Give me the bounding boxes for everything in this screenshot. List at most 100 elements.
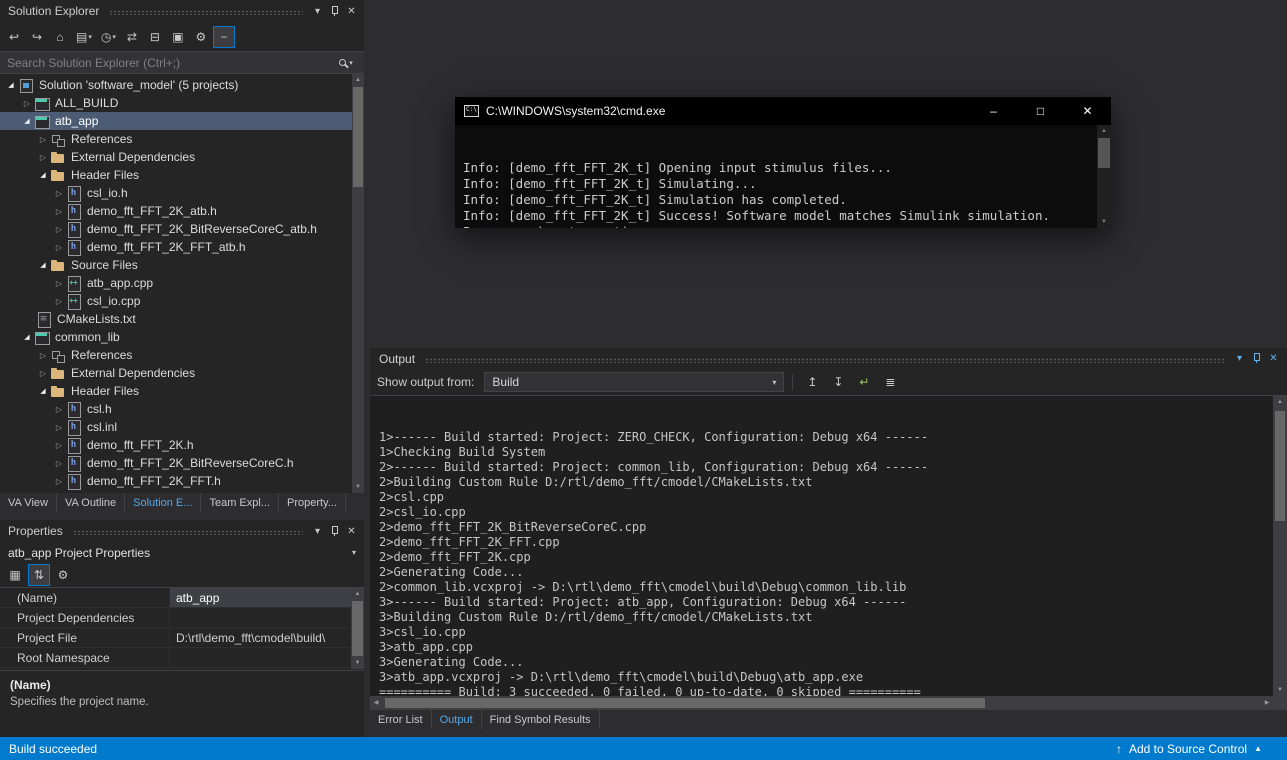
tab-team-explorer[interactable]: Team Expl...	[201, 493, 279, 512]
categorized-button[interactable]: ▦	[4, 564, 26, 586]
pin-icon[interactable]	[1248, 351, 1265, 367]
property-pages-button[interactable]: ⚙	[52, 564, 74, 586]
search-button[interactable]: ▾	[328, 52, 364, 73]
preview-selected-items-button[interactable]: −	[213, 26, 235, 48]
tree-item[interactable]: ◢ Solution 'software_model' (5 projects)	[0, 76, 364, 94]
output-titlebar[interactable]: Output ▾ ✕	[370, 348, 1287, 369]
expander-icon[interactable]: ▷	[52, 225, 66, 234]
scroll-thumb[interactable]	[352, 601, 363, 656]
close-icon[interactable]: ✕	[343, 523, 360, 539]
tree-item[interactable]: ▷ External Dependencies	[0, 148, 364, 166]
expander-icon[interactable]: ▷	[52, 405, 66, 414]
tree-item[interactable]: ▷ csl.h	[0, 400, 364, 418]
show-all-files-button[interactable]: ▣	[167, 26, 189, 48]
properties-titlebar[interactable]: Properties ▾ ✕	[0, 520, 364, 542]
tab-output[interactable]: Output	[432, 710, 482, 729]
tree-item[interactable]: ▷ csl.inl	[0, 418, 364, 436]
tree-item[interactable]: ▷ demo_fft_FFT_2K_FFT.h	[0, 472, 364, 490]
window-position-icon[interactable]: ▾	[309, 3, 326, 19]
drag-grip[interactable]	[425, 358, 1225, 363]
tab-properties[interactable]: Property...	[279, 493, 346, 512]
tab-solution-explorer[interactable]: Solution E...	[125, 493, 201, 512]
minimize-button[interactable]: –	[970, 97, 1017, 125]
scroll-thumb[interactable]	[1275, 411, 1285, 521]
tab-find-symbol-results[interactable]: Find Symbol Results	[482, 710, 600, 729]
expander-icon[interactable]: ▷	[20, 99, 34, 108]
tree-item[interactable]: ▷ demo_fft_FFT_2K.h	[0, 436, 364, 454]
tab-va-outline[interactable]: VA Outline	[57, 493, 125, 512]
pending-changes-filter-button[interactable]: ◷ ▾	[97, 26, 120, 48]
tree-item[interactable]: ▷ demo_fft_FFT_2K_BitReverseCoreC_atb.h	[0, 220, 364, 238]
close-icon[interactable]: ✕	[1265, 351, 1282, 367]
source-control-action[interactable]: ↑ Add to Source Control ▲	[1116, 742, 1278, 756]
scroll-right-icon[interactable]: ▶	[1261, 696, 1273, 710]
close-button[interactable]: ✕	[1064, 97, 1111, 125]
tree-item[interactable]: ▷ External Dependencies	[0, 364, 364, 382]
property-row[interactable]: Project File D:\rtl\demo_fft\cmodel\buil…	[0, 628, 364, 648]
expander-icon[interactable]: ▷	[52, 423, 66, 432]
scroll-left-icon[interactable]: ◀	[370, 696, 382, 710]
drag-grip[interactable]	[73, 530, 303, 535]
close-icon[interactable]: ✕	[343, 3, 360, 19]
expander-icon[interactable]: ▷	[52, 189, 66, 198]
sync-with-active-document-button[interactable]: ⇄	[121, 26, 143, 48]
properties-button[interactable]: ⚙	[190, 26, 212, 48]
scroll-thumb[interactable]	[1098, 138, 1110, 168]
tree-scrollbar[interactable]: ▲ ▼	[352, 74, 364, 493]
output-vertical-scrollbar[interactable]: ▲ ▼	[1273, 396, 1287, 696]
expander-icon[interactable]: ◢	[36, 261, 50, 269]
maximize-button[interactable]: □	[1017, 97, 1064, 125]
output-horizontal-scrollbar[interactable]: ◀ ▶	[370, 696, 1273, 710]
scroll-down-icon[interactable]: ▼	[352, 481, 364, 493]
expander-icon[interactable]: ▷	[36, 351, 50, 360]
scroll-down-icon[interactable]: ▼	[1097, 216, 1111, 228]
object-selector-dropdown[interactable]: atb_app Project Properties ▾	[0, 542, 364, 563]
show-output-from-select[interactable]: Build ▾	[484, 372, 784, 392]
tree-item[interactable]: ▷ References	[0, 346, 364, 364]
window-position-icon[interactable]: ▾	[1231, 351, 1248, 367]
cmd-scrollbar[interactable]: ▲ ▼	[1097, 125, 1111, 228]
expander-icon[interactable]: ▷	[52, 459, 66, 468]
window-position-icon[interactable]: ▾	[309, 523, 326, 539]
expander-icon[interactable]: ◢	[36, 171, 50, 179]
cmd-titlebar[interactable]: C:\WINDOWS\system32\cmd.exe –□✕	[455, 97, 1111, 125]
tree-item[interactable]: ◢ Source Files	[0, 256, 364, 274]
expander-icon[interactable]: ▷	[36, 153, 50, 162]
expander-icon[interactable]: ▷	[36, 135, 50, 144]
tree-item[interactable]: CMakeLists.txt	[0, 310, 364, 328]
tree-item[interactable]: ▷ ALL_BUILD	[0, 94, 364, 112]
pin-icon[interactable]	[326, 3, 343, 19]
expander-icon[interactable]: ◢	[20, 117, 34, 125]
clear-all-button[interactable]: ≣	[879, 371, 901, 393]
home-button[interactable]: ⌂	[49, 26, 71, 48]
tree-item[interactable]: ◢ atb_app	[0, 112, 364, 130]
scroll-thumb[interactable]	[353, 87, 363, 187]
expander-icon[interactable]: ▷	[36, 369, 50, 378]
tree-item[interactable]: ◢ common_lib	[0, 328, 364, 346]
expander-icon[interactable]: ▷	[52, 279, 66, 288]
tree-item[interactable]: ▷ csl_io.h	[0, 184, 364, 202]
expander-icon[interactable]: ▷	[52, 207, 66, 216]
expander-icon[interactable]: ▷	[52, 441, 66, 450]
alphabetical-button[interactable]: ⇅	[28, 564, 50, 586]
property-value[interactable]	[170, 608, 351, 627]
scroll-down-icon[interactable]: ▼	[1273, 684, 1287, 696]
property-value[interactable]: atb_app	[170, 588, 351, 607]
tree-item[interactable]: ◢ Header Files	[0, 382, 364, 400]
toggle-word-wrap-button[interactable]: ↵	[853, 371, 875, 393]
property-row[interactable]: Root Namespace	[0, 648, 364, 668]
collapse-all-button[interactable]: ⊟	[144, 26, 166, 48]
property-value[interactable]: D:\rtl\demo_fft\cmodel\build\	[170, 628, 351, 647]
expander-icon[interactable]: ▷	[52, 477, 66, 486]
scroll-down-icon[interactable]: ▼	[351, 657, 364, 669]
scroll-up-icon[interactable]: ▲	[352, 74, 364, 86]
property-row[interactable]: Project Dependencies	[0, 608, 364, 628]
expander-icon[interactable]: ◢	[20, 333, 34, 341]
pin-icon[interactable]	[326, 523, 343, 539]
scroll-thumb[interactable]	[385, 698, 985, 708]
expander-icon[interactable]: ◢	[4, 81, 18, 89]
tree-item[interactable]: ▷ demo_fft_FFT_2K_BitReverseCoreC.h	[0, 454, 364, 472]
navigate-forward-button[interactable]: ↪	[26, 26, 48, 48]
scroll-up-icon[interactable]: ▲	[351, 588, 364, 600]
tree-item[interactable]: ▷ demo_fft_FFT_2K_FFT_atb.h	[0, 238, 364, 256]
